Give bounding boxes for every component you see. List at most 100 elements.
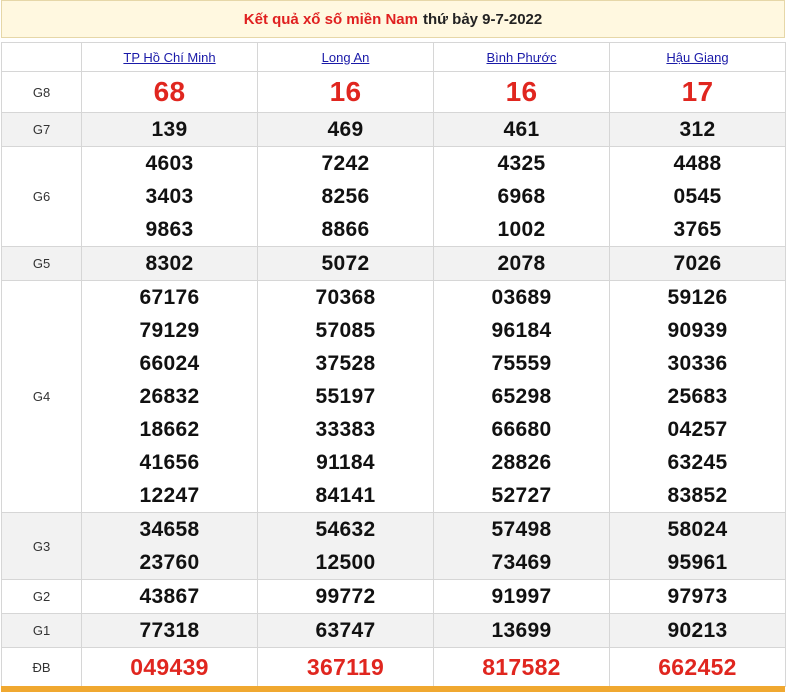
result-number: 367119 (306, 654, 385, 680)
lottery-results-page: Kết quả xổ số miền Nam thứ bảy 9-7-2022 … (1, 0, 786, 692)
prize-cell: 5072 (257, 246, 434, 281)
prize-cell: 8302 (81, 246, 258, 281)
result-number: 4325 (497, 152, 546, 175)
result-number: 8256 (321, 185, 370, 208)
prize-cell: 57498 73469 (433, 512, 610, 580)
prize-row: G6 4603 3403 9863 7242 8256 8866 4325 6968 1002 44… (1, 146, 786, 247)
prize-cell: 90213 (609, 613, 786, 648)
prize-row: G2 43867 99772 91997 97973 (1, 579, 786, 614)
result-number: 55197 (315, 385, 376, 408)
result-number: 83852 (667, 484, 728, 507)
prize-row: G8 68 16 16 17 (1, 71, 786, 113)
result-number: 25683 (667, 385, 728, 408)
result-number: 54632 (315, 518, 376, 541)
result-number: 17 (681, 76, 714, 107)
result-number: 65298 (491, 385, 552, 408)
result-number: 04257 (667, 418, 728, 441)
prize-label: G5 (1, 246, 82, 281)
result-number: 66024 (139, 352, 200, 375)
province-link[interactable]: Long An (322, 50, 370, 65)
prize-cell: 13699 (433, 613, 610, 648)
prize-cell: 70368 57085 37528 55197 33383 91184 84141 (257, 280, 434, 513)
province-header-row: TP Hồ Chí Minh Long An Bình Phước Hậu Gi… (1, 42, 786, 72)
result-number: 58024 (667, 518, 728, 541)
prize-cell: 67176 79129 66024 26832 18662 41656 12247 (81, 280, 258, 513)
prize-label: G7 (1, 112, 82, 147)
prize-cell: 049439 (81, 647, 258, 687)
header-corner-cell (1, 42, 82, 72)
prize-row: G1 77318 63747 13699 90213 (1, 613, 786, 648)
result-number: 68 (153, 76, 186, 107)
prize-cell: 68 (81, 71, 258, 113)
result-number: 1002 (497, 218, 546, 241)
province-header: Hậu Giang (609, 42, 786, 72)
result-number: 4603 (145, 152, 194, 175)
result-number: 6968 (497, 185, 546, 208)
prize-cell: 77318 (81, 613, 258, 648)
province-header: TP Hồ Chí Minh (81, 42, 258, 72)
result-number: 7026 (673, 252, 722, 275)
results-date: thứ bảy 9-7-2022 (422, 10, 543, 28)
prize-cell: 63747 (257, 613, 434, 648)
result-number: 90213 (667, 619, 728, 642)
prize-label: G3 (1, 512, 82, 580)
prize-cell: 17 (609, 71, 786, 113)
prize-cell: 4488 0545 3765 (609, 146, 786, 247)
prize-cell: 4325 6968 1002 (433, 146, 610, 247)
result-number: 13699 (491, 619, 552, 642)
result-number: 7242 (321, 152, 370, 175)
prize-cell: 16 (257, 71, 434, 113)
result-number: 59126 (667, 286, 728, 309)
result-number: 0545 (673, 185, 722, 208)
prize-row: G5 8302 5072 2078 7026 (1, 246, 786, 281)
result-number: 049439 (130, 654, 209, 680)
result-number: 91997 (491, 585, 552, 608)
province-link[interactable]: Bình Phước (487, 50, 557, 65)
province-link[interactable]: Hậu Giang (666, 50, 728, 65)
prize-label: G1 (1, 613, 82, 648)
prize-cell: 54632 12500 (257, 512, 434, 580)
result-number: 312 (679, 118, 716, 141)
province-link[interactable]: TP Hồ Chí Minh (123, 50, 215, 65)
prize-cell: 99772 (257, 579, 434, 614)
province-header: Long An (257, 42, 434, 72)
result-number: 16 (329, 76, 362, 107)
prize-cell: 43867 (81, 579, 258, 614)
prize-cell: 817582 (433, 647, 610, 687)
result-number: 30336 (667, 352, 728, 375)
result-number: 97973 (667, 585, 728, 608)
results-table: TP Hồ Chí Minh Long An Bình Phước Hậu Gi… (1, 42, 786, 687)
prize-cell: 4603 3403 9863 (81, 146, 258, 247)
result-number: 461 (503, 118, 540, 141)
result-number: 91184 (316, 451, 375, 474)
prize-label: ĐB (1, 647, 82, 687)
result-number: 3765 (673, 218, 722, 241)
result-number: 75559 (491, 352, 552, 375)
prize-cell: 2078 (433, 246, 610, 281)
result-number: 96184 (491, 319, 552, 342)
prize-cell: 03689 96184 75559 65298 66680 28826 52727 (433, 280, 610, 513)
result-number: 23760 (139, 551, 200, 574)
result-number: 16 (505, 76, 538, 107)
footer-accent-bar (1, 686, 785, 692)
prize-body: G8 68 16 16 17 G7 139 469 461 312 G6 4603 3403 9863 72… (1, 71, 786, 687)
result-number: 90939 (667, 319, 728, 342)
prize-cell: 91997 (433, 579, 610, 614)
prize-cell: 34658 23760 (81, 512, 258, 580)
result-number: 43867 (139, 585, 200, 608)
result-number: 139 (151, 118, 188, 141)
result-number: 2078 (497, 252, 546, 275)
result-number: 8302 (145, 252, 194, 275)
result-number: 67176 (139, 286, 200, 309)
results-title-bar: Kết quả xổ số miền Nam thứ bảy 9-7-2022 (1, 0, 785, 38)
prize-cell: 59126 90939 30336 25683 04257 63245 83852 (609, 280, 786, 513)
result-number: 34658 (139, 518, 200, 541)
result-number: 52727 (491, 484, 552, 507)
result-number: 73469 (491, 551, 552, 574)
prize-cell: 662452 (609, 647, 786, 687)
results-title-link[interactable]: Kết quả xổ số miền Nam (244, 11, 418, 28)
result-number: 03689 (491, 286, 552, 309)
prize-label: G6 (1, 146, 82, 247)
result-number: 84141 (315, 484, 376, 507)
result-number: 37528 (315, 352, 376, 375)
